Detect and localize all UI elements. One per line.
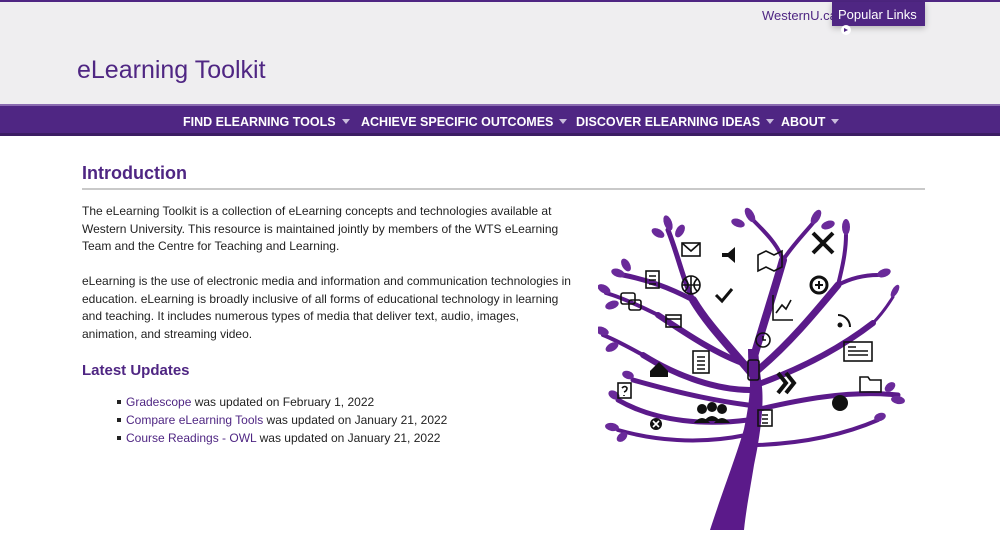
nav-about[interactable]: ABOUT (781, 115, 840, 129)
definition-paragraph: eLearning is the use of electronic media… (82, 274, 571, 341)
caret-down-icon (766, 119, 775, 124)
nav-label: ACHIEVE SPECIFIC OUTCOMES (361, 115, 554, 129)
caret-down-icon (831, 119, 840, 124)
update-text: was updated on January 21, 2022 (256, 431, 441, 445)
caret-down-icon (559, 119, 568, 124)
nav-label: DISCOVER ELEARNING IDEAS (576, 115, 761, 129)
site-title[interactable]: eLearning Toolkit (77, 56, 266, 85)
nav-discover-elearning-ideas[interactable]: DISCOVER ELEARNING IDEAS (576, 115, 775, 129)
caret-down-icon (341, 119, 350, 124)
nav-label: FIND ELEARNING TOOLS (183, 115, 336, 129)
group-icon (697, 404, 707, 414)
list-item: Compare eLearning Tools was updated on J… (117, 411, 447, 429)
checkmark-icon (714, 288, 734, 304)
list-item: Course Readings - OWL was updated on Jan… (117, 429, 447, 447)
latest-updates-heading: Latest Updates (82, 362, 190, 379)
update-text: was updated on February 1, 2022 (191, 395, 375, 409)
list-item: Gradescope was updated on February 1, 20… (117, 393, 447, 411)
intro-paragraph: The eLearning Toolkit is a collection of… (82, 204, 559, 254)
nav-find-elearning-tools[interactable]: FIND ELEARNING TOOLS (183, 115, 350, 129)
nav-achieve-specific-outcomes[interactable]: ACHIEVE SPECIFIC OUTCOMES (361, 115, 568, 129)
chart-icon (772, 295, 793, 321)
popular-links-button[interactable]: Popular Links (832, 2, 925, 35)
popular-links-label: Popular Links (838, 7, 917, 22)
update-link[interactable]: Gradescope (126, 395, 191, 409)
arrow-circle-icon (841, 25, 851, 35)
tools-icon (811, 231, 835, 255)
gear-icon (832, 395, 848, 411)
main-navigation: FIND ELEARNING TOOLS ACHIEVE SPECIFIC OU… (0, 104, 1000, 136)
elearning-tree-illustration (598, 207, 905, 530)
heading-divider (82, 188, 925, 190)
forward-icon (776, 371, 797, 395)
westernu-link[interactable]: WesternU.ca (762, 8, 837, 23)
speaker-icon (722, 247, 735, 263)
latest-updates-list: Gradescope was updated on February 1, 20… (117, 393, 447, 447)
page-title: Introduction (82, 163, 187, 183)
folder-icon (859, 376, 882, 393)
update-text: was updated on January 21, 2022 (263, 413, 448, 427)
update-link[interactable]: Compare eLearning Tools (126, 413, 263, 427)
update-link[interactable]: Course Readings - OWL (126, 431, 256, 445)
nav-label: ABOUT (781, 115, 826, 129)
